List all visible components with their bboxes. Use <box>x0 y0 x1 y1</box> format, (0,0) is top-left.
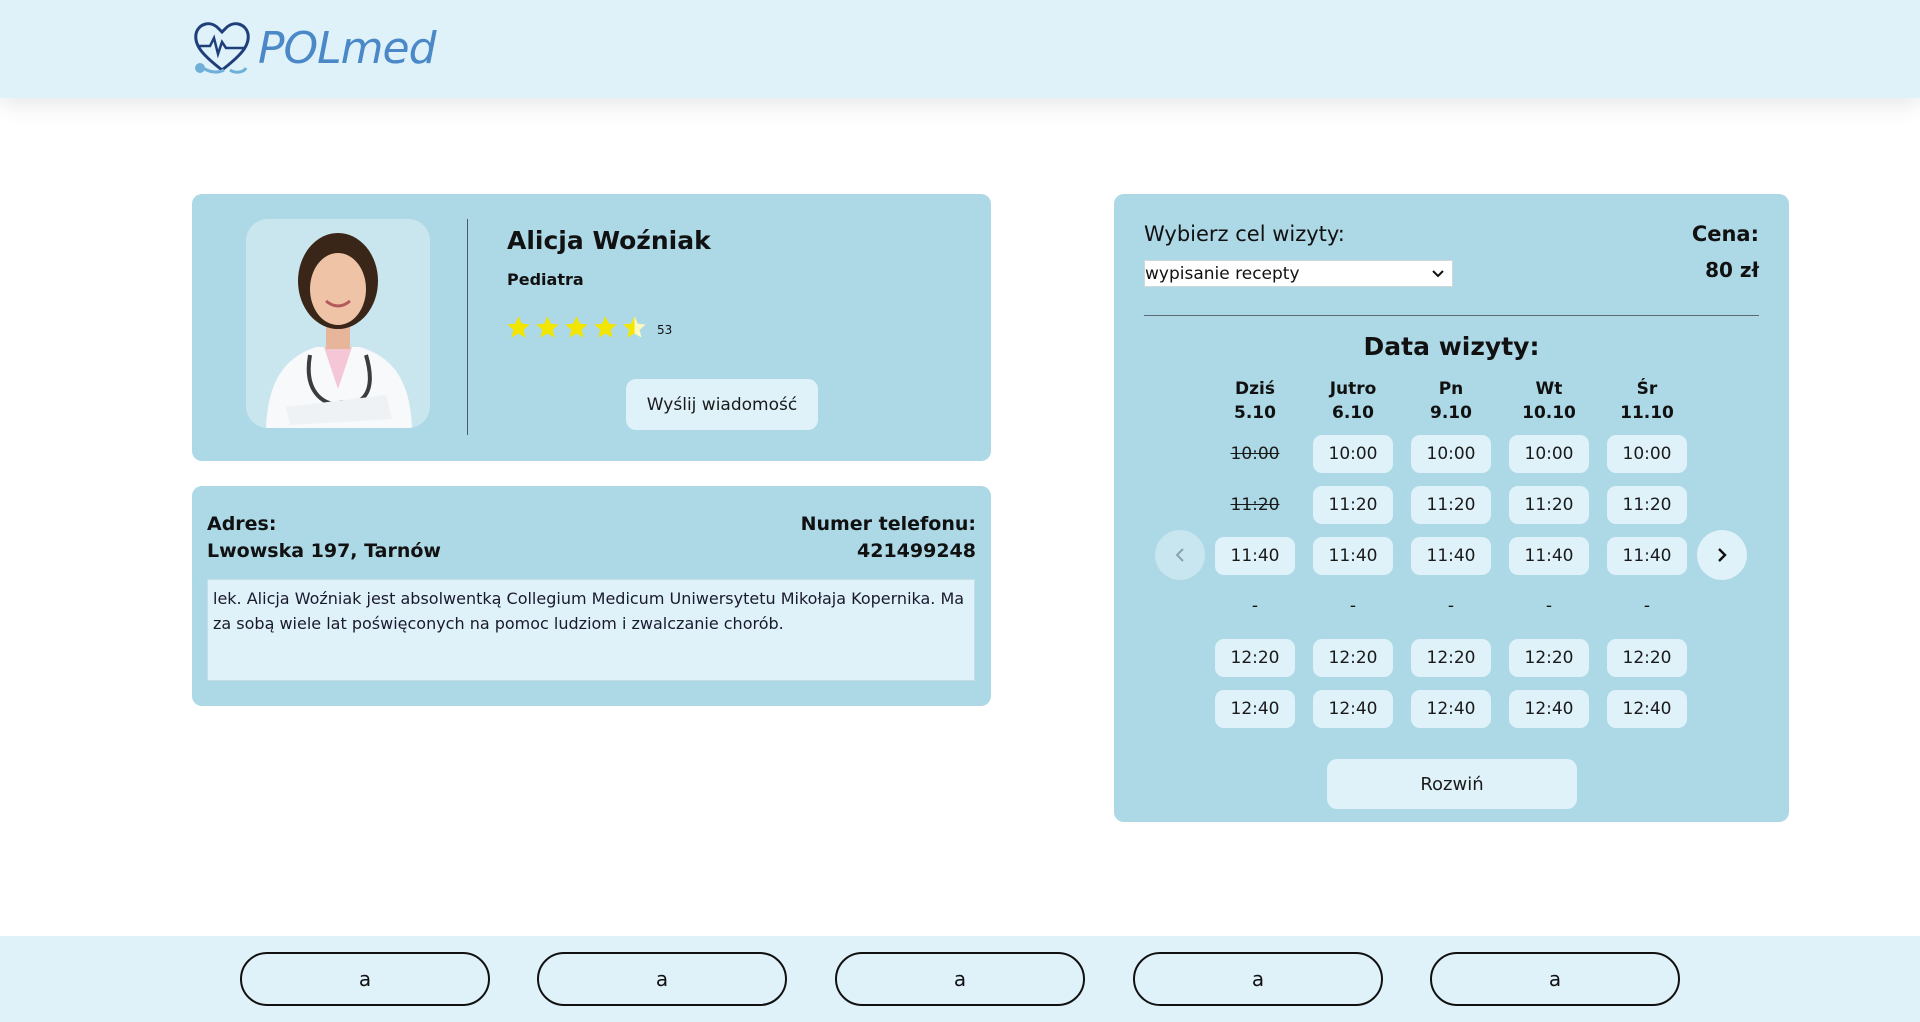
star-icon <box>565 316 588 338</box>
rating-count: 53 <box>657 322 673 337</box>
purpose-label: Wybierz cel wizyty: <box>1144 222 1345 246</box>
header-bar: POLmed <box>0 0 1920 98</box>
time-slot[interactable]: 11:40 <box>1313 537 1393 575</box>
day-name: Śr <box>1636 379 1658 399</box>
star-icon <box>594 316 617 338</box>
day-date: 9.10 <box>1430 403 1472 423</box>
day-column: Pn 9.10 10:00 11:20 11:40 - 12:20 12:40 <box>1411 379 1491 728</box>
time-slot[interactable]: 12:20 <box>1313 639 1393 677</box>
divider <box>1144 315 1759 316</box>
star-half-icon <box>623 316 646 338</box>
time-slot[interactable]: 11:40 <box>1607 537 1687 575</box>
time-slot[interactable]: 12:40 <box>1607 690 1687 728</box>
footer-button-2[interactable]: a <box>537 952 787 1006</box>
visit-purpose-select[interactable]: wypisanie recepty <box>1144 260 1453 287</box>
logo-text: POLmed <box>258 22 437 74</box>
time-slot[interactable]: 11:40 <box>1411 537 1491 575</box>
day-date: 11.10 <box>1620 403 1674 423</box>
chevron-right-icon <box>1718 548 1727 562</box>
time-slot[interactable]: 11:20 <box>1509 486 1589 524</box>
time-slot[interactable]: 11:40 <box>1215 537 1295 575</box>
time-slot[interactable]: 10:00 <box>1607 435 1687 473</box>
divider <box>467 219 468 435</box>
slot-separator: - <box>1545 596 1553 616</box>
address-value: Lwowska 197, Tarnów <box>207 540 441 562</box>
next-days-button[interactable] <box>1697 530 1747 580</box>
price-value: 80 zł <box>1705 258 1759 282</box>
footer-button-5[interactable]: a <box>1430 952 1680 1006</box>
day-date: 6.10 <box>1332 403 1374 423</box>
time-slot[interactable]: 11:40 <box>1509 537 1589 575</box>
logo[interactable]: POLmed <box>190 16 437 80</box>
prev-days-button[interactable] <box>1155 530 1205 580</box>
time-slot[interactable]: 12:40 <box>1509 690 1589 728</box>
time-slot[interactable]: 12:20 <box>1509 639 1589 677</box>
chevron-down-icon <box>1432 269 1444 277</box>
slot-separator: - <box>1643 596 1651 616</box>
day-name: Wt <box>1535 379 1563 399</box>
star-icon <box>507 316 530 338</box>
doctor-specialty: Pediatra <box>507 270 584 289</box>
time-slot-taken: 11:20 <box>1215 486 1295 524</box>
day-date: 5.10 <box>1234 403 1276 423</box>
rating-stars: 53 <box>505 314 672 341</box>
time-slot[interactable]: 12:40 <box>1411 690 1491 728</box>
time-slot[interactable]: 10:00 <box>1509 435 1589 473</box>
date-title: Data wizyty: <box>1363 332 1540 361</box>
time-slot[interactable]: 11:20 <box>1607 486 1687 524</box>
doctor-photo <box>246 219 430 428</box>
price-label: Cena: <box>1691 222 1759 246</box>
time-slot[interactable]: 11:20 <box>1411 486 1491 524</box>
doctor-bio: lek. Alicja Woźniak jest absolwentką Col… <box>207 579 975 681</box>
time-slot[interactable]: 10:00 <box>1411 435 1491 473</box>
day-name: Dziś <box>1235 379 1275 399</box>
day-name: Jutro <box>1329 379 1377 399</box>
time-slot[interactable]: 12:40 <box>1313 690 1393 728</box>
footer-button-1[interactable]: a <box>240 952 490 1006</box>
footer-button-4[interactable]: a <box>1133 952 1383 1006</box>
time-slot[interactable]: 12:20 <box>1607 639 1687 677</box>
phone-label: Numer telefonu: <box>800 513 976 535</box>
info-card: Adres: Lwowska 197, Tarnów Numer telefon… <box>192 486 991 706</box>
time-slot[interactable]: 12:20 <box>1215 639 1295 677</box>
day-column: Jutro 6.10 10:00 11:20 11:40 - 12:20 12:40 <box>1313 379 1393 728</box>
time-slot[interactable]: 11:20 <box>1313 486 1393 524</box>
expand-button[interactable]: Rozwiń <box>1327 759 1577 809</box>
slot-separator: - <box>1349 596 1357 616</box>
time-slot-taken: 10:00 <box>1215 435 1295 473</box>
doctor-card: Alicja Woźniak Pediatra 53 Wyślij wiadom… <box>192 194 991 461</box>
footer-bar: a a a a a <box>0 936 1920 1022</box>
time-slot[interactable]: 10:00 <box>1313 435 1393 473</box>
day-column: Śr 11.10 10:00 11:20 11:40 - 12:20 12:40 <box>1607 379 1687 728</box>
day-column: Wt 10.10 10:00 11:20 11:40 - 12:20 12:40 <box>1509 379 1589 728</box>
chevron-left-icon <box>1175 548 1184 562</box>
address-label: Adres: <box>207 513 277 535</box>
footer-button-3[interactable]: a <box>835 952 1085 1006</box>
day-name: Pn <box>1438 379 1464 399</box>
booking-card: Wybierz cel wizyty: wypisanie recepty Ce… <box>1114 194 1789 822</box>
phone-value: 421499248 <box>857 540 976 562</box>
slot-separator: - <box>1447 596 1455 616</box>
send-message-button[interactable]: Wyślij wiadomość <box>626 379 818 430</box>
doctor-name: Alicja Woźniak <box>507 226 711 255</box>
time-slot[interactable]: 12:20 <box>1411 639 1491 677</box>
slot-separator: - <box>1251 596 1259 616</box>
day-date: 10.10 <box>1522 403 1576 423</box>
purpose-selected-value: wypisanie recepty <box>1145 263 1300 284</box>
day-column: Dziś 5.10 10:00 11:20 11:40 - 12:20 12:40 <box>1215 379 1295 728</box>
time-slot[interactable]: 12:40 <box>1215 690 1295 728</box>
heart-stethoscope-icon <box>194 22 250 74</box>
star-icon <box>536 316 559 338</box>
